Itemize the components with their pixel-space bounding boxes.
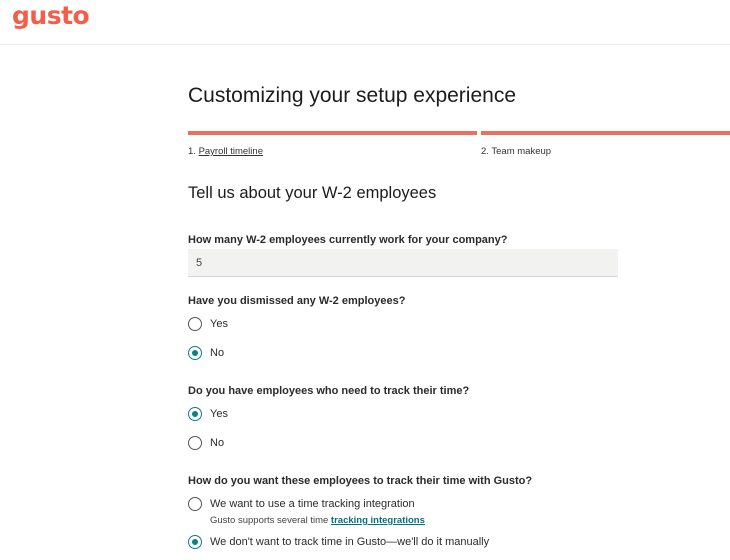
integration-helper-text: Gusto supports several time tracking int…	[210, 515, 425, 526]
track-time-option-no[interactable]: No	[188, 435, 224, 451]
radio-label: We want to use a time tracking integrati…	[210, 498, 415, 510]
step-1-link[interactable]: Payroll timeline	[199, 146, 263, 157]
dismissed-label: Have you dismissed any W-2 employees?	[188, 295, 406, 307]
radio-button-selected[interactable]	[188, 346, 202, 360]
radio-label: Yes	[210, 408, 228, 420]
radio-button-selected[interactable]	[188, 535, 202, 549]
track-time-label: Do you have employees who need to track …	[188, 385, 470, 397]
dismissed-option-yes[interactable]: Yes	[188, 316, 228, 332]
radio-button[interactable]	[188, 317, 202, 331]
employee-count-input[interactable]: 5	[188, 249, 618, 277]
step-2: 2. Team makeup	[481, 146, 552, 157]
step-1: 1. Payroll timeline	[188, 146, 263, 157]
track-method-option-integration[interactable]: We want to use a time tracking integrati…	[188, 496, 415, 512]
track-method-label: How do you want these employees to track…	[188, 475, 533, 487]
page-title: Customizing your setup experience	[188, 84, 517, 107]
track-method-option-manual[interactable]: We don't want to track time in Gusto—we'…	[188, 534, 489, 550]
dismissed-option-no[interactable]: No	[188, 345, 224, 361]
radio-label: No	[210, 437, 225, 449]
top-bar: gusto	[0, 0, 730, 45]
radio-label: We don't want to track time in Gusto—we'…	[210, 536, 490, 548]
progress-segment-1	[188, 131, 477, 135]
track-time-option-yes[interactable]: Yes	[188, 406, 228, 422]
step-1-number: 1.	[188, 146, 199, 157]
tracking-integrations-link[interactable]: tracking integrations	[331, 515, 425, 526]
progress-segment-2	[481, 131, 730, 135]
progress-bar	[188, 131, 730, 135]
radio-button[interactable]	[188, 436, 202, 450]
gusto-logo[interactable]: gusto	[12, 1, 90, 30]
radio-label: Yes	[210, 318, 228, 330]
helper-prefix: Gusto supports several time	[210, 515, 331, 526]
employee-count-label: How many W-2 employees currently work fo…	[188, 234, 508, 246]
radio-button-selected[interactable]	[188, 407, 202, 421]
section-title: Tell us about your W-2 employees	[188, 184, 437, 202]
radio-button[interactable]	[188, 497, 202, 511]
radio-label: No	[210, 347, 225, 359]
